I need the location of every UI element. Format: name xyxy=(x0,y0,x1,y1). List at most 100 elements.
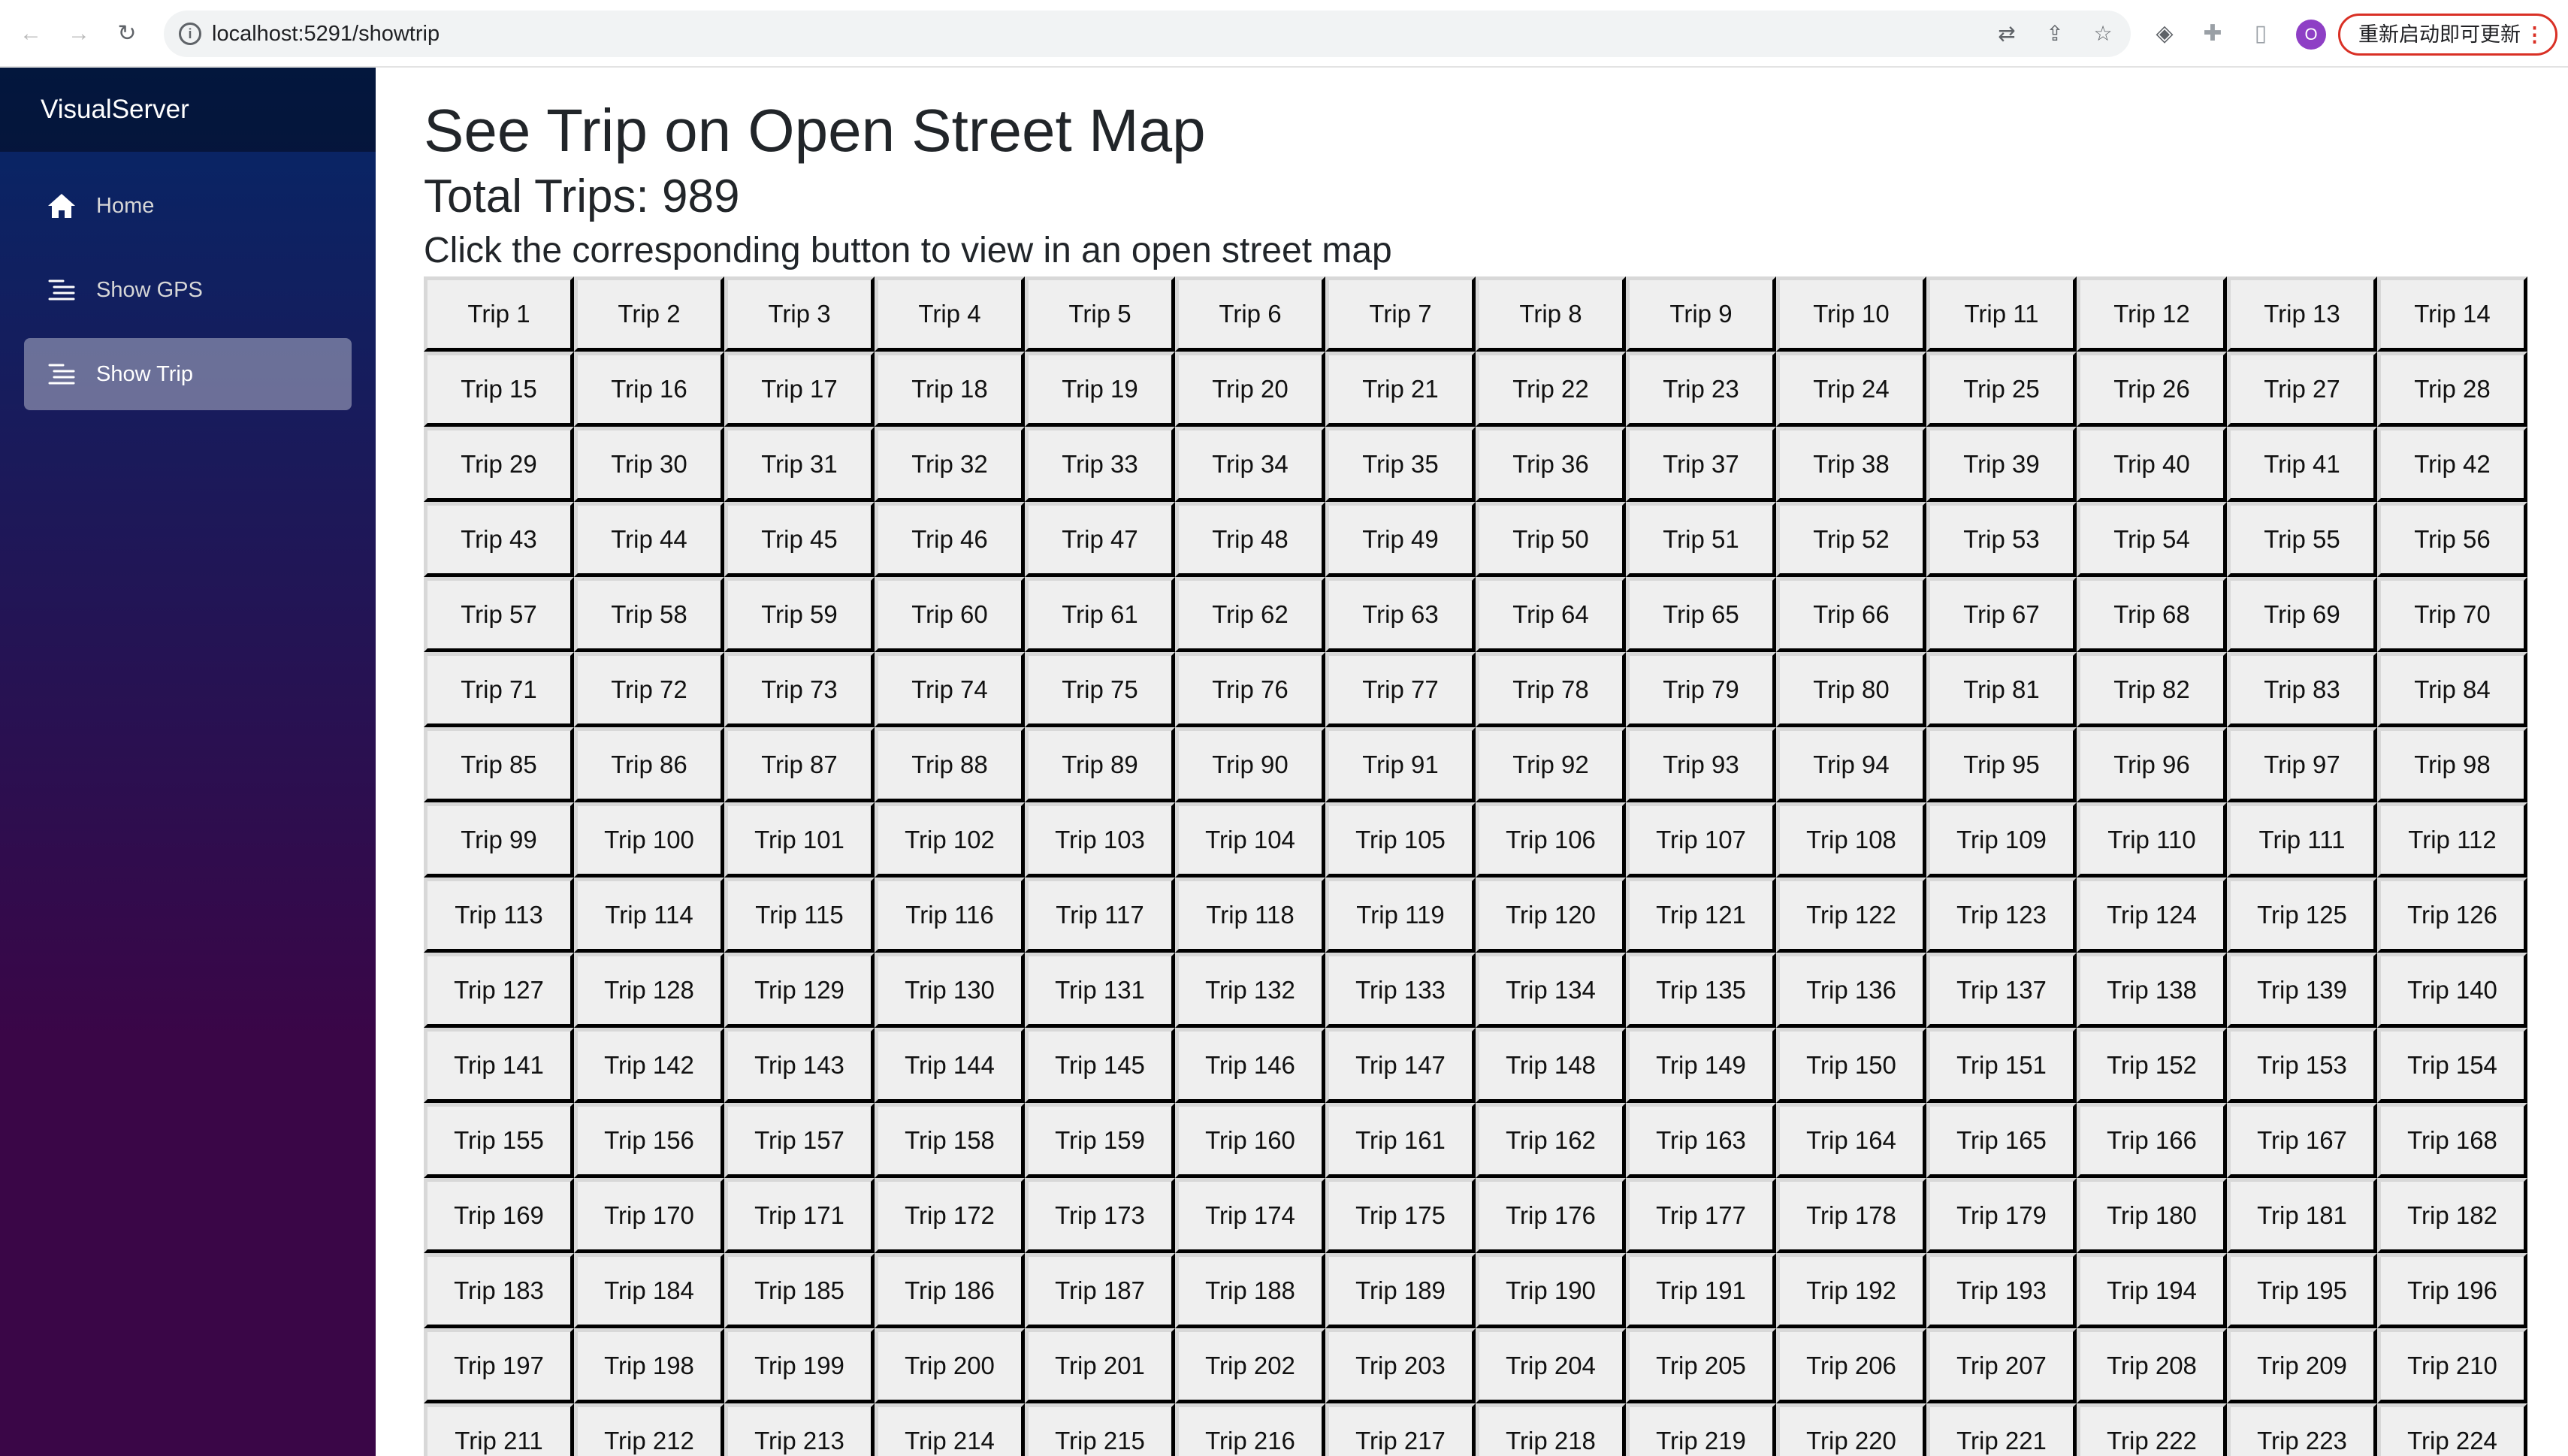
trip-button-82[interactable]: Trip 82 xyxy=(2077,652,2227,727)
trip-button-127[interactable]: Trip 127 xyxy=(424,953,574,1028)
trip-button-153[interactable]: Trip 153 xyxy=(2227,1028,2377,1103)
brand-link[interactable]: VisualServer xyxy=(41,68,376,152)
trip-button-20[interactable]: Trip 20 xyxy=(1175,352,1325,427)
trip-button-175[interactable]: Trip 175 xyxy=(1325,1178,1476,1253)
trip-button-141[interactable]: Trip 141 xyxy=(424,1028,574,1103)
trip-button-40[interactable]: Trip 40 xyxy=(2077,427,2227,502)
trip-button-160[interactable]: Trip 160 xyxy=(1175,1103,1325,1178)
trip-button-42[interactable]: Trip 42 xyxy=(2377,427,2527,502)
trip-button-64[interactable]: Trip 64 xyxy=(1476,577,1626,652)
trip-button-1[interactable]: Trip 1 xyxy=(424,276,574,352)
trip-button-179[interactable]: Trip 179 xyxy=(1926,1178,2077,1253)
trip-button-168[interactable]: Trip 168 xyxy=(2377,1103,2527,1178)
trip-button-207[interactable]: Trip 207 xyxy=(1926,1328,2077,1403)
trip-button-57[interactable]: Trip 57 xyxy=(424,577,574,652)
trip-button-39[interactable]: Trip 39 xyxy=(1926,427,2077,502)
trip-button-5[interactable]: Trip 5 xyxy=(1025,276,1175,352)
trip-button-202[interactable]: Trip 202 xyxy=(1175,1328,1325,1403)
update-button[interactable]: 重新启动即可更新 ⋮ xyxy=(2338,14,2557,56)
trip-button-8[interactable]: Trip 8 xyxy=(1476,276,1626,352)
trip-button-137[interactable]: Trip 137 xyxy=(1926,953,2077,1028)
menu-icon[interactable]: ⋮ xyxy=(2524,16,2545,53)
trip-button-186[interactable]: Trip 186 xyxy=(875,1253,1025,1328)
trip-button-104[interactable]: Trip 104 xyxy=(1175,802,1325,878)
trip-button-181[interactable]: Trip 181 xyxy=(2227,1178,2377,1253)
trip-button-165[interactable]: Trip 165 xyxy=(1926,1103,2077,1178)
trip-button-26[interactable]: Trip 26 xyxy=(2077,352,2227,427)
trip-button-154[interactable]: Trip 154 xyxy=(2377,1028,2527,1103)
trip-button-188[interactable]: Trip 188 xyxy=(1175,1253,1325,1328)
trip-button-56[interactable]: Trip 56 xyxy=(2377,502,2527,577)
trip-button-93[interactable]: Trip 93 xyxy=(1626,727,1776,802)
reload-icon[interactable]: ↻ xyxy=(113,20,141,48)
trip-button-28[interactable]: Trip 28 xyxy=(2377,352,2527,427)
back-icon[interactable]: ← xyxy=(17,20,45,48)
trip-button-10[interactable]: Trip 10 xyxy=(1776,276,1926,352)
trip-button-156[interactable]: Trip 156 xyxy=(574,1103,724,1178)
trip-button-105[interactable]: Trip 105 xyxy=(1325,802,1476,878)
trip-button-125[interactable]: Trip 125 xyxy=(2227,878,2377,953)
trip-button-88[interactable]: Trip 88 xyxy=(875,727,1025,802)
trip-button-128[interactable]: Trip 128 xyxy=(574,953,724,1028)
trip-button-109[interactable]: Trip 109 xyxy=(1926,802,2077,878)
trip-button-100[interactable]: Trip 100 xyxy=(574,802,724,878)
trip-button-182[interactable]: Trip 182 xyxy=(2377,1178,2527,1253)
trip-button-68[interactable]: Trip 68 xyxy=(2077,577,2227,652)
trip-button-47[interactable]: Trip 47 xyxy=(1025,502,1175,577)
trip-button-23[interactable]: Trip 23 xyxy=(1626,352,1776,427)
trip-button-7[interactable]: Trip 7 xyxy=(1325,276,1476,352)
trip-button-118[interactable]: Trip 118 xyxy=(1175,878,1325,953)
trip-button-49[interactable]: Trip 49 xyxy=(1325,502,1476,577)
trip-button-46[interactable]: Trip 46 xyxy=(875,502,1025,577)
url-text[interactable]: localhost:5291/showtrip xyxy=(212,21,440,47)
sidebar-item-show-gps[interactable]: Show GPS xyxy=(24,254,352,326)
trip-button-218[interactable]: Trip 218 xyxy=(1476,1403,1626,1456)
trip-button-170[interactable]: Trip 170 xyxy=(574,1178,724,1253)
info-icon[interactable]: i xyxy=(179,23,201,45)
trip-button-223[interactable]: Trip 223 xyxy=(2227,1403,2377,1456)
trip-button-122[interactable]: Trip 122 xyxy=(1776,878,1926,953)
trip-button-108[interactable]: Trip 108 xyxy=(1776,802,1926,878)
trip-button-54[interactable]: Trip 54 xyxy=(2077,502,2227,577)
trip-button-33[interactable]: Trip 33 xyxy=(1025,427,1175,502)
trip-button-32[interactable]: Trip 32 xyxy=(875,427,1025,502)
trip-button-38[interactable]: Trip 38 xyxy=(1776,427,1926,502)
trip-button-83[interactable]: Trip 83 xyxy=(2227,652,2377,727)
trip-button-22[interactable]: Trip 22 xyxy=(1476,352,1626,427)
trip-button-67[interactable]: Trip 67 xyxy=(1926,577,2077,652)
trip-button-107[interactable]: Trip 107 xyxy=(1626,802,1776,878)
trip-button-132[interactable]: Trip 132 xyxy=(1175,953,1325,1028)
trip-button-36[interactable]: Trip 36 xyxy=(1476,427,1626,502)
trip-button-157[interactable]: Trip 157 xyxy=(724,1103,875,1178)
trip-button-189[interactable]: Trip 189 xyxy=(1325,1253,1476,1328)
trip-button-198[interactable]: Trip 198 xyxy=(574,1328,724,1403)
trip-button-85[interactable]: Trip 85 xyxy=(424,727,574,802)
trip-button-51[interactable]: Trip 51 xyxy=(1626,502,1776,577)
trip-button-211[interactable]: Trip 211 xyxy=(424,1403,574,1456)
sidebar-item-show-trip[interactable]: Show Trip xyxy=(24,338,352,410)
trip-button-66[interactable]: Trip 66 xyxy=(1776,577,1926,652)
trip-button-173[interactable]: Trip 173 xyxy=(1025,1178,1175,1253)
trip-button-201[interactable]: Trip 201 xyxy=(1025,1328,1175,1403)
trip-button-163[interactable]: Trip 163 xyxy=(1626,1103,1776,1178)
trip-button-90[interactable]: Trip 90 xyxy=(1175,727,1325,802)
trip-button-195[interactable]: Trip 195 xyxy=(2227,1253,2377,1328)
trip-button-106[interactable]: Trip 106 xyxy=(1476,802,1626,878)
trip-button-75[interactable]: Trip 75 xyxy=(1025,652,1175,727)
trip-button-37[interactable]: Trip 37 xyxy=(1626,427,1776,502)
trip-button-133[interactable]: Trip 133 xyxy=(1325,953,1476,1028)
trip-button-216[interactable]: Trip 216 xyxy=(1175,1403,1325,1456)
trip-button-59[interactable]: Trip 59 xyxy=(724,577,875,652)
trip-button-112[interactable]: Trip 112 xyxy=(2377,802,2527,878)
trip-button-65[interactable]: Trip 65 xyxy=(1626,577,1776,652)
trip-button-55[interactable]: Trip 55 xyxy=(2227,502,2377,577)
trip-button-146[interactable]: Trip 146 xyxy=(1175,1028,1325,1103)
trip-button-103[interactable]: Trip 103 xyxy=(1025,802,1175,878)
sidepanel-icon[interactable]: ▯ xyxy=(2246,20,2275,48)
trip-button-139[interactable]: Trip 139 xyxy=(2227,953,2377,1028)
share-icon[interactable]: ⇪ xyxy=(2042,21,2068,47)
trip-button-135[interactable]: Trip 135 xyxy=(1626,953,1776,1028)
trip-button-190[interactable]: Trip 190 xyxy=(1476,1253,1626,1328)
trip-button-159[interactable]: Trip 159 xyxy=(1025,1103,1175,1178)
trip-button-63[interactable]: Trip 63 xyxy=(1325,577,1476,652)
